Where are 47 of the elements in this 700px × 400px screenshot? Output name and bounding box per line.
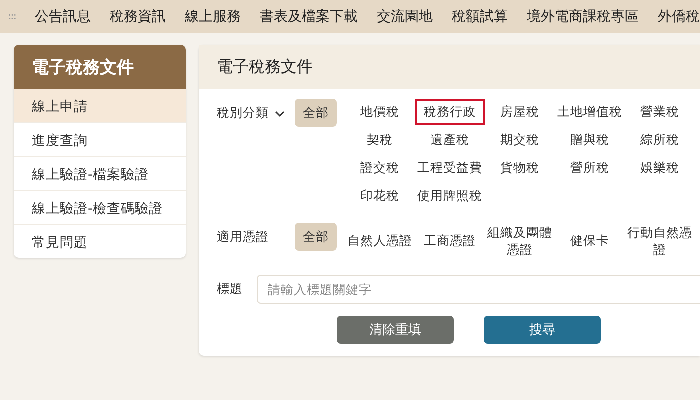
sidebar-item[interactable]: 常見問題 xyxy=(14,224,186,258)
sidebar-item[interactable]: 線上申請 xyxy=(14,89,186,122)
filter-option[interactable]: 娛樂稅 xyxy=(625,155,695,181)
filter-option[interactable]: 綜所稅 xyxy=(625,127,695,153)
nav-link[interactable]: 書表及檔案下載 xyxy=(260,8,358,26)
search-button[interactable]: 搜尋 xyxy=(484,316,601,344)
filter-option[interactable]: 贈與稅 xyxy=(555,127,625,153)
filter-option[interactable]: 契稅 xyxy=(345,127,415,153)
sidebar-item[interactable]: 線上驗證-檢查碼驗證 xyxy=(14,190,186,224)
filter-option[interactable]: 土地增值稅 xyxy=(555,99,625,125)
filter-option[interactable]: 全部 xyxy=(295,223,337,251)
grip-icon xyxy=(9,12,16,20)
sidebar-item[interactable]: 線上驗證-檔案驗證 xyxy=(14,156,186,190)
filter-option[interactable]: 營所稅 xyxy=(555,155,625,181)
filter-option[interactable]: 全部 xyxy=(295,99,337,127)
reset-button[interactable]: 清除重填 xyxy=(337,316,454,344)
filter-option[interactable]: 健保卡 xyxy=(555,223,625,261)
filter-option[interactable]: 稅務行政 xyxy=(415,99,485,125)
filter-option[interactable]: 期交稅 xyxy=(485,127,555,153)
nav-link[interactable]: 交流園地 xyxy=(377,8,433,26)
filter-option[interactable]: 印花稅 xyxy=(345,183,415,209)
chevron-down-icon[interactable] xyxy=(275,110,285,118)
filter-option[interactable]: 自然人憑證 xyxy=(345,223,415,261)
sidebar-item[interactable]: 進度查詢 xyxy=(14,122,186,156)
filter-option[interactable]: 房屋稅 xyxy=(485,99,555,125)
filter-option[interactable]: 營業稅 xyxy=(625,99,695,125)
filter-option[interactable]: 工程受益費 xyxy=(415,155,485,181)
filter-option[interactable]: 證交稅 xyxy=(345,155,415,181)
field-label: 標題 xyxy=(217,280,243,298)
filter-option[interactable]: 使用牌照稅 xyxy=(415,183,485,209)
filter-option[interactable]: 貨物稅 xyxy=(485,155,555,181)
title-input[interactable]: 請輸入標題關鍵字 xyxy=(257,274,700,304)
sidebar-title: 電子稅務文件 xyxy=(14,45,186,89)
filter-option[interactable]: 遺產稅 xyxy=(415,127,485,153)
card-title: 電子稅務文件 xyxy=(199,45,700,89)
nav-link[interactable]: 稅務資訊 xyxy=(110,8,166,26)
nav-link[interactable]: 公告訊息 xyxy=(35,8,91,26)
filter-option[interactable]: 工商憑證 xyxy=(415,223,485,261)
filter-label: 適用憑證 xyxy=(217,229,269,246)
nav-link[interactable]: 境外電商課稅專區 xyxy=(527,8,639,26)
filter-option[interactable]: 組織及團體憑證 xyxy=(485,223,555,261)
filter-option[interactable]: 地價稅 xyxy=(345,99,415,125)
filter-option[interactable]: 行動自然憑證 xyxy=(625,223,695,261)
nav-link[interactable]: 線上服務 xyxy=(185,8,241,26)
nav-link[interactable]: 稅額試算 xyxy=(452,8,508,26)
nav-link[interactable]: 外僑稅 xyxy=(658,8,700,26)
filter-label: 稅別分類 xyxy=(217,105,269,122)
